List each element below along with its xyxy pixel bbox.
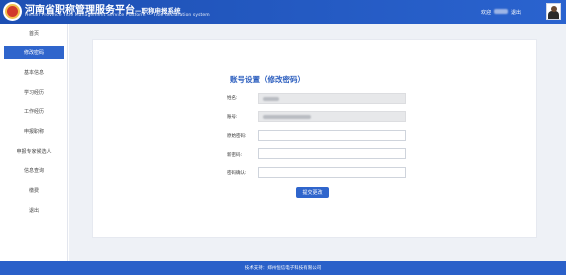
footer-text: 技术支持：郑州恒信电子科技有限公司	[244, 266, 322, 271]
app-english-subtitle: Henan Province Title Management Service …	[25, 13, 210, 18]
avatar-body-icon	[548, 11, 559, 19]
sidebar-item-work-history[interactable]: 工作经历	[0, 105, 68, 118]
app-root: 河南省职称管理服务平台—职称申报系统 Henan Province Title …	[0, 0, 566, 275]
sidebar-item-payment[interactable]: 缴费	[0, 184, 68, 197]
submit-button[interactable]: 提交更改	[296, 187, 329, 198]
account-label: 账号:	[227, 115, 238, 120]
main-content	[69, 24, 566, 261]
avatar-head-icon	[551, 6, 557, 12]
logout-link[interactable]: 退出	[511, 9, 521, 16]
confirm-password-input[interactable]	[258, 167, 406, 178]
old-password-input[interactable]	[258, 130, 406, 141]
sidebar-item-study-history[interactable]: 学习经历	[0, 86, 68, 99]
name-field	[258, 93, 406, 104]
avatar[interactable]	[546, 3, 561, 20]
username-redacted	[494, 9, 508, 14]
account-value-redacted	[263, 115, 311, 119]
sidebar: 首页 修改密码 基本信息 学习经历 工作经历 申报职称 申报专家候选人 信息查询…	[0, 24, 68, 261]
form-title: 账号设置（修改密码）	[230, 75, 305, 84]
name-value-redacted	[263, 97, 279, 101]
top-header: 河南省职称管理服务平台—职称申报系统 Henan Province Title …	[0, 0, 566, 24]
emblem-logo-icon	[3, 2, 22, 21]
welcome-text: 欢迎	[481, 10, 492, 16]
new-password-label: 新密码:	[227, 153, 243, 158]
sidebar-item-change-password[interactable]: 修改密码	[4, 46, 64, 59]
sidebar-item-logout[interactable]: 退出	[0, 204, 68, 217]
new-password-input[interactable]	[258, 148, 406, 159]
sidebar-item-info-query[interactable]: 信息查询	[0, 164, 68, 177]
sidebar-item-basic-info[interactable]: 基本信息	[0, 66, 68, 79]
account-field	[258, 111, 406, 122]
old-password-label: 原始密码:	[227, 134, 247, 139]
name-label: 姓名:	[227, 96, 238, 101]
sidebar-item-home[interactable]: 首页	[0, 27, 68, 40]
footer: 技术支持：郑州恒信电子科技有限公司	[0, 261, 566, 275]
sidebar-item-expert-candidate[interactable]: 申报专家候选人	[0, 145, 68, 158]
confirm-password-label: 密码确认:	[227, 171, 247, 176]
sidebar-item-apply-title[interactable]: 申报职称	[0, 125, 68, 138]
